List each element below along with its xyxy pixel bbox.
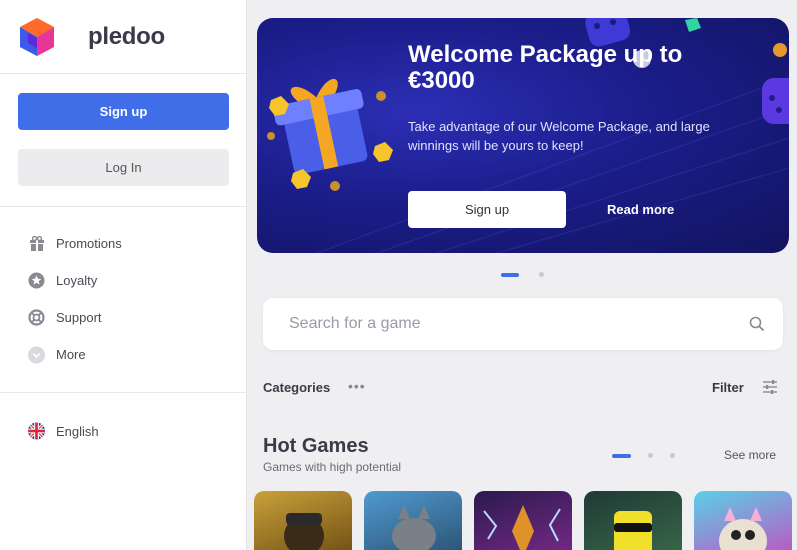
game-thumbnail [483, 505, 561, 550]
banner-dot-active[interactable] [501, 272, 519, 277]
banner-pagination [501, 272, 544, 277]
hot-games-title: Hot Games [263, 435, 369, 457]
auth-section: Sign up Log In [0, 74, 246, 207]
sidebar-nav: Promotions Loyalty Support More [0, 207, 246, 393]
game-tile[interactable] [584, 491, 682, 550]
gift-icon [28, 235, 45, 252]
hot-games-dot[interactable] [670, 453, 675, 458]
logo-row: pledoo [0, 0, 246, 74]
hot-games-list [254, 491, 797, 550]
banner-text: Take advantage of our Welcome Package, a… [408, 119, 710, 153]
login-button[interactable]: Log In [18, 149, 229, 186]
language-label: English [56, 423, 99, 439]
language-selector[interactable]: English [0, 412, 246, 450]
game-thumbnail [284, 513, 324, 550]
sliders-icon[interactable] [762, 380, 778, 394]
game-tile[interactable] [474, 491, 572, 550]
banner-signup-button[interactable]: Sign up [408, 191, 566, 228]
game-thumbnail [392, 505, 436, 550]
game-thumbnail [719, 507, 767, 550]
see-more-link[interactable]: See more [724, 448, 776, 462]
hot-games-dot[interactable] [648, 453, 653, 458]
sidebar-item-label: Promotions [56, 236, 122, 251]
banner-dot[interactable] [539, 272, 544, 277]
hot-games-pagination [612, 453, 675, 458]
sidebar-item-more[interactable]: More [0, 336, 246, 373]
sidebar-item-loyalty[interactable]: Loyalty [0, 262, 246, 299]
star-icon [28, 272, 45, 289]
filter-button[interactable]: Filter [712, 380, 744, 395]
signup-button[interactable]: Sign up [18, 93, 229, 130]
hot-games-dot-active[interactable] [612, 453, 631, 458]
game-tile[interactable] [694, 491, 792, 550]
categories-more-button[interactable]: ••• [348, 378, 366, 394]
sidebar-item-label: More [56, 347, 86, 362]
search-input[interactable] [263, 315, 733, 333]
lifebuoy-icon [28, 309, 45, 326]
sidebar-item-promotions[interactable]: Promotions [0, 225, 246, 262]
promo-banner[interactable]: Welcome Package up to €3000 Take advanta… [257, 18, 789, 253]
game-tile[interactable] [364, 491, 462, 550]
search-bar [263, 298, 783, 350]
sidebar: pledoo Sign up Log In Promotions Loyalty… [0, 0, 247, 550]
pledoo-logo-icon[interactable] [20, 17, 54, 56]
sidebar-item-support[interactable]: Support [0, 299, 246, 336]
game-thumbnail [614, 511, 652, 550]
brand-name[interactable]: pledoo [88, 23, 165, 51]
hot-games-subtitle: Games with high potential [263, 460, 402, 474]
banner-readmore-link[interactable]: Read more [607, 191, 707, 228]
search-icon[interactable] [749, 316, 765, 332]
uk-flag-icon [28, 422, 45, 440]
sidebar-item-label: Support [56, 310, 102, 325]
sidebar-item-label: Loyalty [56, 273, 98, 288]
banner-title: Welcome Package up to €3000 [408, 41, 683, 94]
categories-label[interactable]: Categories [263, 380, 330, 395]
game-tile[interactable] [254, 491, 352, 550]
chevron-down-icon [28, 346, 45, 363]
